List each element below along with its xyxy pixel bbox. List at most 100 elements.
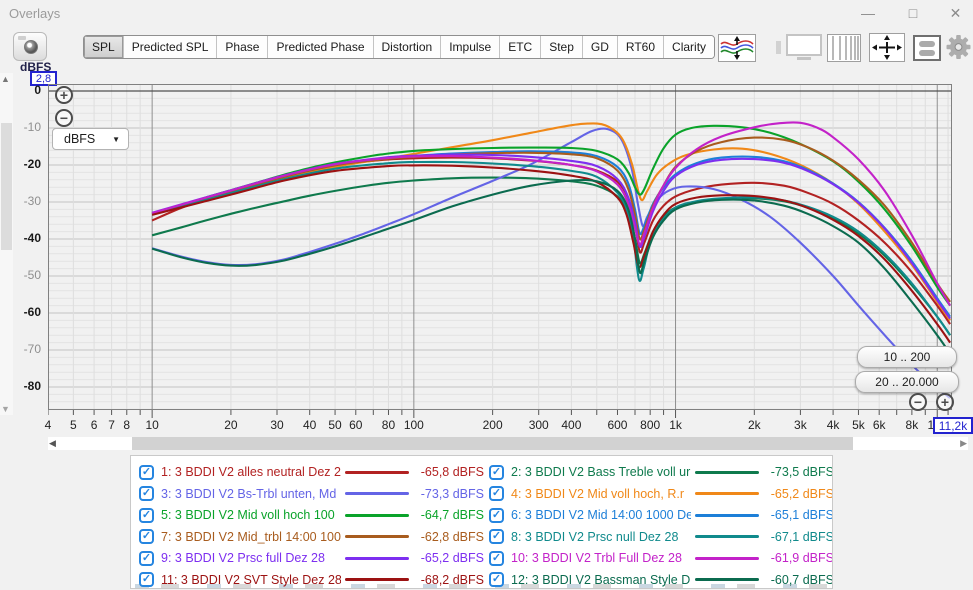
frequency-bands-button[interactable] [827, 34, 861, 62]
y-tick-label: -50 [0, 268, 45, 283]
legend-checkbox-5[interactable]: ✓ [139, 508, 154, 523]
legend-label: 11: 3 BDDI V2 SVT Style Dez 28 [161, 573, 341, 587]
fullscreen-button[interactable] [784, 33, 824, 62]
legend-checkbox-10[interactable]: ✓ [489, 551, 504, 566]
legend-row-2[interactable]: ✓2: 3 BDDI V2 Bass Treble voll ur-73,5 d… [489, 462, 833, 482]
tab-step[interactable]: Step [541, 36, 583, 58]
gear-icon [944, 32, 973, 62]
layout-button[interactable] [913, 35, 941, 61]
range-20-20000-button[interactable]: 20 .. 20.000 [855, 371, 959, 393]
legend-color-swatch [695, 471, 759, 474]
y-tick-label: 0 [0, 83, 45, 98]
tab-distortion[interactable]: Distortion [374, 36, 442, 58]
legend-checkbox-4[interactable]: ✓ [489, 486, 504, 501]
settings-button[interactable] [944, 32, 973, 62]
legend-level-value: -61,9 dBFS [771, 551, 833, 565]
tab-phase[interactable]: Phase [217, 36, 268, 58]
smoothing-columns-icon [828, 35, 860, 61]
legend-row-12[interactable]: ✓ 12: 3 BDDI V2 Bassman Style D -60,7 dBFS [489, 570, 833, 590]
legend-color-swatch [695, 578, 759, 581]
monitor-side-bar-icon [776, 41, 781, 54]
tab-predicted-spl[interactable]: Predicted SPL [124, 36, 218, 58]
legend-color-swatch [695, 557, 759, 560]
legend-row-4[interactable]: ✓4: 3 BDDI V2 Mid voll hoch, R.r-65,2 dB… [489, 484, 833, 504]
legend-row-11[interactable]: ✓11: 3 BDDI V2 SVT Style Dez 28-68,2 dBF… [139, 570, 484, 590]
legend-level-value: -60,7 dBFS [771, 573, 833, 587]
legend-row-10[interactable]: ✓ 10: 3 BDDI V2 Trbl Full Dez 28 -61,9 dBF… [489, 548, 833, 568]
tab-spl[interactable]: SPL [84, 36, 124, 58]
legend-row-5[interactable]: ✓ 5: 3 BDDI V2 Mid voll hoch 100 -64,7 dBF… [139, 505, 484, 525]
legend-row-3[interactable]: ✓3: 3 BDDI V2 Bs-Trbl unten, Md-73,3 dBF… [139, 484, 484, 504]
horizontal-scrollbar-thumb[interactable] [132, 437, 853, 450]
legend-checkbox-7[interactable]: ✓ [139, 529, 154, 544]
legend-row-1[interactable]: ✓1: 3 BDDI V2 alles neutral Dez 2-65,8 d… [139, 462, 484, 482]
legend-label: 9: 3 BDDI V2 Prsc full Dez 28 [161, 551, 341, 565]
y-tick-label: -60 [0, 305, 45, 320]
legend-row-6[interactable]: ✓6: 3 BDDI V2 Mid 14:00 1000 De-65,1 dBF… [489, 505, 833, 525]
legend-checkbox-6[interactable]: ✓ [489, 508, 504, 523]
x-tick-label: 30 [259, 418, 295, 432]
unit-dropdown[interactable]: dBFS ▼ [52, 128, 129, 150]
unit-dropdown-value: dBFS [64, 132, 95, 146]
y-tick-label: -40 [0, 231, 45, 246]
zoom-in-x-button[interactable]: + [936, 393, 954, 411]
legend-level-value: -64,7 dBFS [421, 508, 484, 522]
trace-6 [152, 151, 950, 316]
y-tick-label: -30 [0, 194, 45, 209]
legend-checkbox-8[interactable]: ✓ [489, 529, 504, 544]
legend-checkbox-3[interactable]: ✓ [139, 486, 154, 501]
x-tick-label: 400 [553, 418, 589, 432]
maximize-icon: □ [909, 5, 917, 21]
legend-color-swatch [695, 535, 759, 538]
legend-checkbox-2[interactable]: ✓ [489, 465, 504, 480]
x-tick-label: 6k [861, 418, 897, 432]
tab-predicted-phase[interactable]: Predicted Phase [268, 36, 373, 58]
align-traces-icon [719, 35, 755, 61]
legend-row-8[interactable]: ✓ 8: 3 BDDI V2 Prsc null Dez 28 -67,1 dBFS [489, 527, 833, 547]
legend-row-9[interactable]: ✓9: 3 BDDI V2 Prsc full Dez 28-65,2 dBFS [139, 548, 484, 568]
x-tick-label: 1k [658, 418, 694, 432]
range-10-200-button[interactable]: 10 .. 200 [857, 346, 957, 368]
y-tick-label: -20 [0, 157, 45, 172]
camera-icon [18, 36, 26, 40]
zoom-in-y-button[interactable]: + [55, 86, 73, 104]
legend-color-swatch [345, 557, 409, 560]
plot-area[interactable] [48, 84, 952, 410]
legend-level-value: -65,2 dBFS [771, 487, 833, 501]
legend-checkbox-1[interactable]: ✓ [139, 465, 154, 480]
legend-label: 10: 3 BDDI V2 Trbl Full Dez 28 [511, 551, 691, 565]
tab-impulse[interactable]: Impulse [441, 36, 500, 58]
maximize-button[interactable]: □ [893, 0, 933, 26]
scroll-left-icon[interactable]: ◀ [49, 438, 56, 449]
legend-level-value: -65,1 dBFS [771, 508, 833, 522]
horizontal-scrollbar[interactable]: ◀ ▶ [48, 437, 968, 450]
align-traces-button[interactable] [718, 34, 756, 62]
window-title: Overlays [9, 6, 60, 21]
zoom-out-x-button[interactable]: − [909, 393, 927, 411]
zoom-out-y-button[interactable]: − [55, 109, 73, 127]
close-button[interactable]: ✕ [938, 0, 973, 26]
legend-checkbox-11[interactable]: ✓ [139, 572, 154, 587]
tab-etc[interactable]: ETC [500, 36, 541, 58]
pan-zoom-button[interactable] [869, 33, 905, 62]
legend-row-7[interactable]: ✓7: 3 BDDI V2 Mid_trbl 14:00 100-62,8 dB… [139, 527, 484, 547]
x-tick-label: 10 [134, 418, 170, 432]
legend-label: 12: 3 BDDI V2 Bassman Style D [511, 573, 691, 587]
tab-gd[interactable]: GD [583, 36, 618, 58]
tab-clarity[interactable]: Clarity [664, 36, 714, 58]
legend-label: 2: 3 BDDI V2 Bass Treble voll ur [511, 465, 691, 479]
legend-checkbox-12[interactable]: ✓ [489, 572, 504, 587]
legend-label: 5: 3 BDDI V2 Mid voll hoch 100 [161, 508, 341, 522]
trace-8 [152, 162, 950, 335]
x-tick-label: 20 [213, 418, 249, 432]
x-tick-label: 2k [736, 418, 772, 432]
tab-rt60[interactable]: RT60 [618, 36, 664, 58]
minimize-button[interactable]: — [848, 0, 888, 26]
legend-checkbox-9[interactable]: ✓ [139, 551, 154, 566]
legend-level-value: -67,1 dBFS [771, 530, 833, 544]
capture-button[interactable] [13, 32, 47, 61]
legend-label: 8: 3 BDDI V2 Prsc null Dez 28 [511, 530, 691, 544]
scroll-down-icon[interactable]: ▼ [1, 404, 10, 414]
scroll-right-icon[interactable]: ▶ [960, 438, 967, 449]
graph-tab-bar: SPLPredicted SPLPhasePredicted PhaseDist… [83, 35, 715, 59]
